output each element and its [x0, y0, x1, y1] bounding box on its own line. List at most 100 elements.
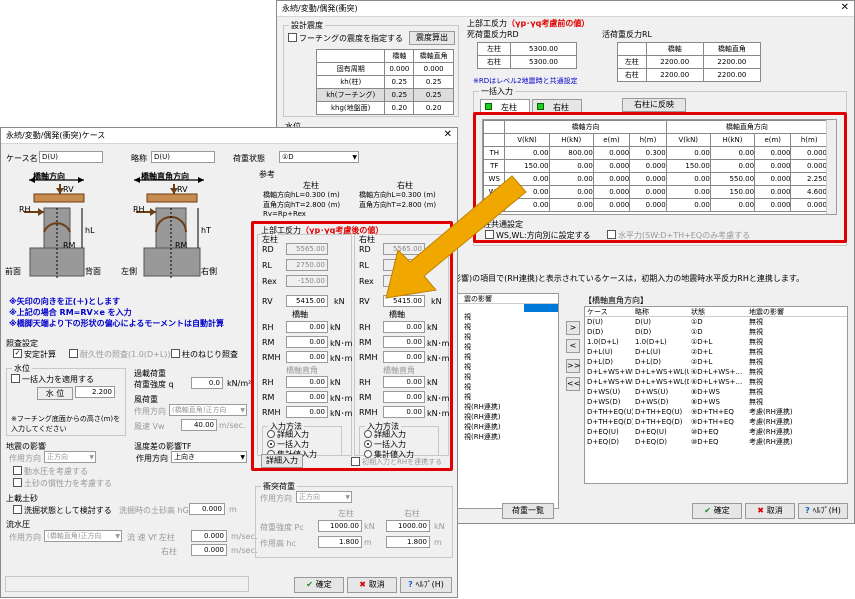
quake-dir-select[interactable]: 正方向 — [44, 451, 96, 463]
rl-cell[interactable]: 2200.00 — [702, 68, 762, 82]
front-ok-button[interactable]: ✔ 確定 — [294, 577, 344, 593]
back-ok-button[interactable]: ✔ 確定 — [692, 503, 742, 519]
seismic-footing-check[interactable]: フーチングの震度を指定する — [288, 33, 403, 44]
load-state-select[interactable]: ①D — [279, 151, 359, 163]
checkbox-icon[interactable] — [288, 33, 297, 42]
tab-right-column[interactable]: 右柱 — [532, 99, 582, 113]
tab-left-column[interactable]: 左柱 — [480, 99, 530, 113]
left-case-list[interactable]: 震の影響 視視視視視視視視視視(RH連携) 視(RH連携) 視(RH連携) 視(RH連… — [453, 293, 559, 509]
flow-speed-right-input[interactable]: 0.000 — [191, 544, 227, 556]
right-list-item[interactable]: D+L(U) D+L(U) ②D+L 無視 — [585, 347, 847, 357]
left-list-item[interactable]: 視(RH連携) — [454, 412, 558, 422]
left-list-item[interactable]: 視 — [454, 382, 558, 392]
move-left-button[interactable]: < — [566, 339, 580, 353]
left-list-item[interactable]: 視 — [454, 322, 558, 332]
seismic-cell[interactable]: 0.20 — [384, 101, 415, 115]
wind-speed-input[interactable]: 40.00 — [181, 419, 217, 431]
right-list-item[interactable]: D+L(D) D+L(D) ②D+L 無視 — [585, 357, 847, 367]
wind-dir-select[interactable]: (橋軸直角)正方向 — [169, 404, 247, 416]
right-list-item[interactable]: 1.0(D+L) 1.0(D+L) ①D+L 無視 — [585, 337, 847, 347]
left-list-item[interactable]: 視 — [454, 352, 558, 362]
water-bulk-check[interactable]: 一括入力を適用する — [11, 374, 94, 385]
front-cancel-button[interactable]: ✖ 取消 — [347, 577, 397, 593]
safety-label: 安定計算 — [24, 350, 56, 359]
seismic-cell[interactable]: 0.000 — [413, 62, 454, 76]
seismic-calc-button[interactable]: 震度算出 — [409, 31, 455, 45]
seismic-cell[interactable]: 0.20 — [413, 101, 454, 115]
impact-height-right-input[interactable]: 1.800 — [386, 536, 430, 548]
close-icon[interactable]: ✕ — [841, 2, 849, 13]
safety-check[interactable]: ✓ 安定計算 — [13, 349, 56, 360]
move-right-button[interactable]: > — [566, 321, 580, 335]
back-help-button[interactable]: ? ﾍﾙﾌﾟ(H) — [798, 503, 848, 519]
twist-check[interactable]: 柱のねじり照査 — [171, 349, 238, 360]
checkbox-icon[interactable] — [69, 349, 78, 358]
right-list-item[interactable]: D+WS(U) D+WS(U) ⑧D+WS 無視 — [585, 387, 847, 397]
checkbox-icon[interactable] — [171, 349, 180, 358]
back-help-label: ﾍﾙﾌﾟ(H) — [812, 506, 841, 515]
impact-load-left-input[interactable]: 1000.00 — [318, 520, 362, 532]
impact-height-left-input[interactable]: 1.800 — [318, 536, 362, 548]
flow-speed-left-input[interactable]: 0.000 — [191, 530, 227, 542]
move-all-left-button[interactable]: << — [566, 377, 580, 391]
scour-height-input[interactable]: 0.000 — [189, 503, 225, 515]
right-list-item[interactable]: D+WS(D) D+WS(D) ⑧D+WS 無視 — [585, 397, 847, 407]
move-all-right-button[interactable]: >> — [566, 359, 580, 373]
flow-dir-select[interactable]: (橋軸直角)正方向 — [44, 530, 122, 542]
rl-cell: 左柱 — [617, 55, 647, 69]
front-help-button[interactable]: ? ﾍﾙﾌﾟ(H) — [400, 577, 452, 593]
snow-input[interactable]: 0.0 — [191, 377, 223, 389]
checkbox-icon[interactable] — [13, 478, 22, 487]
durability-check[interactable]: 耐久性の照査(1.0(D+L)) — [69, 349, 171, 360]
case-name-input[interactable]: D(U) — [39, 151, 103, 163]
checkbox-icon[interactable] — [11, 374, 20, 383]
checkbox-icon[interactable] — [13, 466, 22, 475]
abbr-input[interactable]: D(U) — [151, 151, 215, 163]
seismic-cell[interactable]: 0.000 — [384, 62, 415, 76]
left-list-item[interactable]: 視 — [454, 362, 558, 372]
left-list-item[interactable]: 視 — [454, 342, 558, 352]
rl-cell[interactable]: 2200.00 — [645, 55, 704, 69]
rd-cell[interactable]: 5300.00 — [510, 55, 577, 69]
right-list-item[interactable]: D(U) D(U) ①D 無視 — [585, 317, 847, 327]
right-list-item[interactable]: D+TH+EQ(U)D+TH+EQ(U) ⑨D+TH+EQ 考慮(RH連携) — [585, 407, 847, 417]
seismic-cell[interactable]: 0.25 — [384, 75, 415, 89]
right-list-item[interactable]: D+L+WS+WL(D)D+L+WS+WL(D)⑥D+L+WS+...無視 — [585, 377, 847, 387]
seismic-cell[interactable]: 0.25 — [384, 88, 415, 102]
water-level-input[interactable]: 2.200 — [75, 386, 115, 398]
impact-unit-1b: kN — [434, 522, 445, 531]
checkbox-icon[interactable] — [13, 505, 22, 514]
scour-check[interactable]: 洗掘状態として検討する — [13, 505, 112, 516]
right-list-item[interactable]: D+EQ(U) D+EQ(U) ⑩D+EQ 考慮(RH連携) — [585, 427, 847, 437]
left-list-item[interactable]: 視 — [454, 312, 558, 322]
load-list-button[interactable]: 荷重一覧 — [502, 503, 554, 519]
left-list-item[interactable]: 視(RH連携) — [454, 432, 558, 442]
right-list-header-cell: ケース — [587, 308, 608, 316]
flow-label: 流水圧 — [6, 520, 30, 529]
help-icon: ? — [805, 506, 813, 515]
left-list-item[interactable]: 視 — [454, 332, 558, 342]
close-icon[interactable]: ✕ — [444, 129, 452, 140]
seismic-cell[interactable]: 0.25 — [413, 75, 454, 89]
rl-cell[interactable]: 2200.00 — [645, 68, 704, 82]
right-list-item[interactable]: D+TH+EQ(D)D+TH+EQ(D) ⑨D+TH+EQ 考慮(RH連携) — [585, 417, 847, 427]
seismic-cell[interactable]: 0.25 — [413, 88, 454, 102]
rd-cell[interactable]: 5300.00 — [510, 42, 577, 56]
back-cancel-button[interactable]: ✖ 取消 — [745, 503, 795, 519]
right-list-item[interactable]: D(D) D(D) ①D 無視 — [585, 327, 847, 337]
left-list-item[interactable]: 視 — [454, 372, 558, 382]
left-list-item[interactable]: 視(RH連携) — [454, 422, 558, 432]
impact-load-right-input[interactable]: 1000.00 — [386, 520, 430, 532]
quake-c1[interactable]: 動水圧を考慮する — [13, 466, 88, 477]
quake-c2[interactable]: 土砂の慣性力を考慮する — [13, 478, 112, 489]
left-list-item[interactable]: 視 — [454, 392, 558, 402]
right-case-list[interactable]: ケース 略称 状態 地震の影響 D(U) D(U) ①D 無視 D(D) D(D) ①D 無視 1.0… — [584, 306, 848, 484]
temp-dir-select[interactable]: 上向き — [171, 451, 247, 463]
left-list-item[interactable]: 視(RH連携) — [454, 402, 558, 412]
rl-cell[interactable]: 2200.00 — [702, 55, 762, 69]
impact-dir-select[interactable]: 正方向 — [296, 491, 352, 503]
right-list-item[interactable]: D+L+WS+WL(U)D+L+WS+WL(U)⑥D+L+WS+...無視 — [585, 367, 847, 377]
copy-to-right-button[interactable]: 右柱に反映 — [622, 98, 686, 112]
right-list-item[interactable]: D+EQ(D) D+EQ(D) ⑩D+EQ 考慮(RH連携) — [585, 437, 847, 447]
checkbox-icon[interactable]: ✓ — [13, 349, 22, 358]
